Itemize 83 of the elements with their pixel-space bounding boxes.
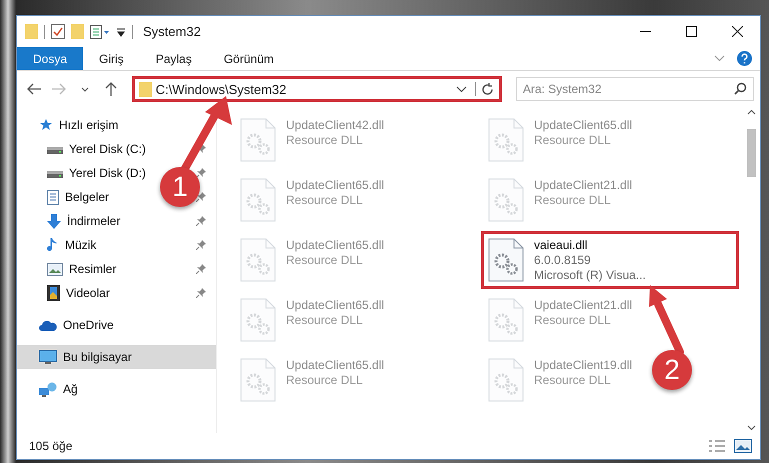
star-icon bbox=[39, 118, 53, 132]
chevron-down-icon[interactable] bbox=[747, 425, 756, 431]
file-name: UpdateClient65.dll bbox=[286, 178, 384, 193]
dll-file-icon bbox=[488, 118, 524, 162]
sidebar-item[interactable]: OneDrive bbox=[17, 313, 120, 337]
ribbon-tab[interactable]: Giriş bbox=[83, 47, 140, 70]
sidebar-item[interactable]: Yerel Disk (C:) bbox=[17, 137, 152, 161]
file-detail: Resource DLL bbox=[534, 133, 612, 148]
document-icon bbox=[47, 190, 59, 204]
file-detail: Resource DLL bbox=[286, 133, 364, 148]
file-item[interactable]: vaieaui.dll 6.0.0.8159 Microsoft (R) Visua... bbox=[481, 231, 739, 289]
sidebar-item[interactable]: Yerel Disk (D:) bbox=[17, 161, 152, 185]
file-detail: Resource DLL bbox=[534, 193, 612, 208]
picture-icon bbox=[47, 262, 63, 276]
address-bar[interactable]: C:\Windows\System32 bbox=[132, 76, 502, 102]
details-view-icon[interactable] bbox=[708, 439, 726, 453]
close-icon bbox=[732, 26, 742, 37]
dll-file-icon bbox=[240, 178, 276, 222]
dll-file-icon bbox=[240, 238, 276, 282]
folder-icon bbox=[71, 24, 84, 39]
file-detail: Resource DLL bbox=[286, 373, 364, 388]
folder-icon bbox=[138, 82, 152, 96]
file-detail: Microsoft (R) Visua... bbox=[534, 268, 646, 283]
folder-icon bbox=[25, 24, 38, 39]
sidebar-item[interactable]: Videolar bbox=[17, 281, 116, 305]
download-icon bbox=[47, 214, 61, 228]
monitor-icon bbox=[39, 350, 57, 364]
dll-file-icon bbox=[240, 298, 276, 342]
help-icon[interactable] bbox=[737, 51, 752, 66]
large-icons-view-icon[interactable] bbox=[734, 439, 752, 453]
dll-file-icon bbox=[488, 298, 524, 342]
network-icon bbox=[39, 382, 57, 396]
file-detail: Resource DLL bbox=[286, 313, 364, 328]
file-detail: 6.0.0.8159 bbox=[534, 253, 592, 268]
file-name: UpdateClient65.dll bbox=[286, 298, 384, 313]
up-arrow-icon bbox=[104, 82, 117, 96]
dll-file-icon bbox=[240, 118, 276, 162]
file-name: UpdateClient19.dll bbox=[534, 358, 632, 373]
item-count: 105 öğe bbox=[29, 439, 72, 453]
dll-file-icon bbox=[488, 178, 524, 222]
checklist-icon bbox=[51, 24, 65, 39]
dll-file-icon bbox=[240, 358, 276, 402]
file-name: UpdateClient42.dll bbox=[286, 118, 384, 133]
search-field[interactable]: Ara: System32 bbox=[516, 77, 754, 101]
view-options-icon bbox=[90, 24, 110, 38]
refresh-icon[interactable] bbox=[480, 82, 494, 96]
ribbon-tab[interactable]: Dosya bbox=[17, 47, 84, 70]
dropdown-icon bbox=[116, 26, 126, 36]
film-icon bbox=[47, 285, 60, 301]
sidebar-item[interactable]: Bu bilgisayar bbox=[17, 345, 216, 369]
cloud-icon bbox=[39, 320, 57, 330]
file-name: UpdateClient21.dll bbox=[534, 298, 632, 313]
sidebar-item[interactable]: Resimler bbox=[17, 257, 122, 281]
file-name: vaieaui.dll bbox=[534, 238, 588, 253]
file-name: UpdateClient65.dll bbox=[534, 118, 632, 133]
file-detail: Resource DLL bbox=[534, 313, 612, 328]
file-name: UpdateClient21.dll bbox=[534, 178, 632, 193]
sidebar-item[interactable]: Belgeler bbox=[17, 185, 116, 209]
music-note-icon bbox=[47, 237, 59, 253]
dll-file-icon bbox=[488, 358, 524, 402]
dll-file-icon bbox=[488, 238, 524, 282]
window-title: System32 bbox=[143, 24, 201, 39]
scrollbar-thumb[interactable] bbox=[747, 129, 756, 177]
file-detail: Resource DLL bbox=[534, 373, 612, 388]
address-path: C:\Windows\System32 bbox=[154, 82, 288, 96]
chevron-down-icon[interactable] bbox=[456, 86, 467, 92]
ribbon-tab[interactable]: Görünüm bbox=[208, 47, 290, 70]
back-arrow-icon bbox=[26, 83, 41, 95]
file-name: UpdateClient65.dll bbox=[286, 358, 384, 373]
ribbon-tab[interactable]: Paylaş bbox=[140, 47, 208, 70]
maximize-icon bbox=[686, 26, 696, 37]
file-detail: Resource DLL bbox=[286, 253, 364, 268]
sidebar-item[interactable]: Ağ bbox=[17, 377, 84, 401]
search-icon bbox=[734, 82, 748, 95]
file-detail: Resource DLL bbox=[286, 193, 364, 208]
chevron-up-icon[interactable] bbox=[747, 109, 756, 115]
arrow bbox=[649, 285, 684, 356]
file-name: UpdateClient65.dll bbox=[286, 238, 384, 253]
sidebar-item[interactable]: Hızlı erişim bbox=[17, 113, 124, 137]
forward-arrow-icon bbox=[52, 83, 66, 95]
sidebar-item[interactable]: Müzik bbox=[17, 233, 102, 257]
chevron-down-icon bbox=[81, 86, 90, 92]
sidebar-item[interactable]: İndirmeler bbox=[17, 209, 126, 233]
